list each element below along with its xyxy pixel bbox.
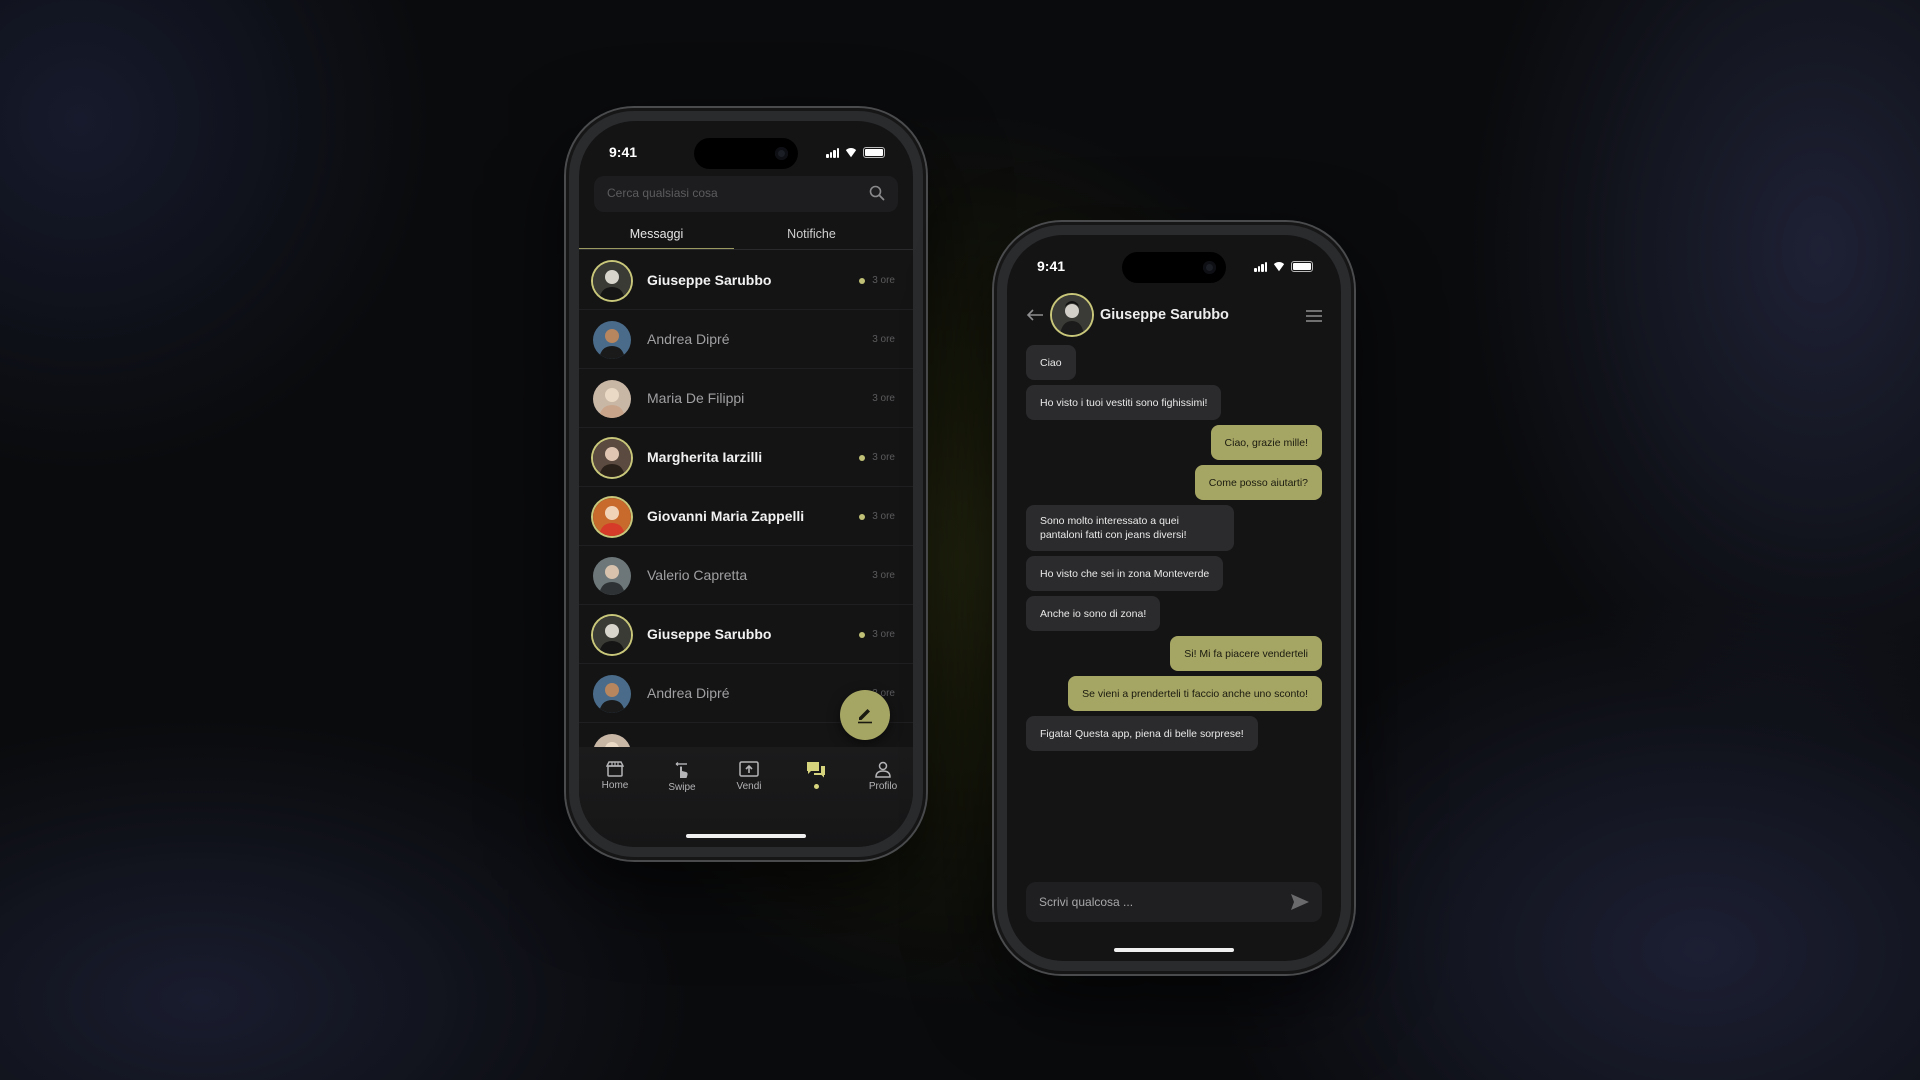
nav-swipe[interactable]: Swipe <box>652 761 712 793</box>
active-tab-dot <box>813 784 819 789</box>
conversation-row[interactable]: Margherita Iarzilli 3 ore <box>579 428 913 487</box>
conversation-row[interactable]: Maria De Filippi 3 ore <box>579 369 913 428</box>
upload-icon <box>739 761 759 777</box>
nav-profilo-label: Profilo <box>868 781 898 792</box>
nav-swipe-label: Swipe <box>668 782 696 793</box>
contact-avatar[interactable] <box>1052 295 1092 335</box>
incoming-message[interactable]: Ciao <box>1026 345 1076 380</box>
conversation-row[interactable]: Andrea Dipré 3 ore <box>579 310 913 369</box>
conversation-row[interactable]: Giuseppe Sarubbo 3 ore <box>579 251 913 310</box>
nav-vendi-label: Vendi <box>736 781 762 792</box>
store-icon <box>606 761 624 777</box>
incoming-message[interactable]: Ho visto che sei in zona Monteverde <box>1026 556 1224 591</box>
unread-dot <box>859 278 865 284</box>
message-placeholder: Scrivi qualcosa ... <box>1039 895 1134 909</box>
left-phone: 9:41 Cerca qualsiasi cosa Messaggi Notif… <box>566 108 926 860</box>
message-time: 3 ore <box>872 570 895 581</box>
nav-home-label: Home <box>601 780 629 791</box>
contact-name: Margherita Iarzilli <box>647 449 763 465</box>
outgoing-message[interactable]: Come posso aiutarti? <box>1194 465 1322 500</box>
unread-dot <box>859 455 865 461</box>
contact-name: Giuseppe Sarubbo <box>647 626 772 642</box>
incoming-message[interactable]: Sono molto interessato a quei pantaloni … <box>1026 505 1234 551</box>
message-time: 3 ore <box>872 393 895 404</box>
incoming-message[interactable]: Figata! Questa app, piena di belle sorpr… <box>1026 716 1258 751</box>
contact-name: Valerio Capretta <box>647 567 748 583</box>
pencil-icon <box>858 709 872 724</box>
status-bar: 9:41 <box>1007 257 1341 277</box>
status-time: 9:41 <box>1037 258 1066 274</box>
avatar <box>593 262 631 300</box>
contact-name: Andrea Dipré <box>647 685 730 701</box>
nav-vendi[interactable]: Vendi <box>719 761 779 792</box>
search-placeholder: Cerca qualsiasi cosa <box>607 186 718 200</box>
conversation-row[interactable]: Valerio Capretta 3 ore <box>579 546 913 605</box>
message-input[interactable]: Scrivi qualcosa ... <box>1026 882 1322 922</box>
nav-messages[interactable] <box>786 761 846 789</box>
battery-icon <box>1291 261 1313 272</box>
battery-icon <box>863 147 885 158</box>
message-time: 3 ore <box>872 511 895 522</box>
wifi-icon <box>1272 262 1286 272</box>
chat-bubbles-icon <box>807 762 825 778</box>
tab-notifiche[interactable]: Notifiche <box>734 227 889 241</box>
outgoing-message[interactable]: Si! Mi fa piacere venderteli <box>1170 636 1322 671</box>
right-phone: 9:41 Giuseppe Sarubbo Ciao Ho visto i tuo… <box>994 222 1354 974</box>
message-time: 3 ore <box>872 452 895 463</box>
status-bar: 9:41 <box>579 143 913 163</box>
message-thread: Ciao Ho visto i tuoi vestiti sono fighiss… <box>1007 345 1341 755</box>
bottom-navigation: Home Swipe Vendi Profilo <box>579 747 913 847</box>
contact-name: Andrea Dipré <box>647 331 730 347</box>
conversation-row[interactable]: Giuseppe Sarubbo 3 ore <box>579 605 913 664</box>
incoming-message[interactable]: Ho visto i tuoi vestiti sono fighissimi! <box>1026 385 1222 420</box>
avatar <box>593 380 631 418</box>
avatar <box>593 557 631 595</box>
avatar <box>593 439 631 477</box>
back-arrow-icon[interactable] <box>1025 307 1045 323</box>
nav-profilo[interactable]: Profilo <box>853 761 913 792</box>
status-time: 9:41 <box>609 144 638 160</box>
avatar <box>593 321 631 359</box>
unread-dot <box>859 632 865 638</box>
message-time: 3 ore <box>872 334 895 345</box>
menu-icon[interactable] <box>1305 309 1323 323</box>
signal-icon <box>826 147 839 158</box>
nav-home[interactable]: Home <box>585 761 645 791</box>
conversation-row[interactable]: Giovanni Maria Zappelli 3 ore <box>579 487 913 546</box>
send-icon[interactable] <box>1290 893 1310 911</box>
contact-name: Giuseppe Sarubbo <box>647 272 772 288</box>
search-icon[interactable] <box>868 184 886 202</box>
incoming-message[interactable]: Anche io sono di zona! <box>1026 596 1161 631</box>
signal-icon <box>1254 261 1267 272</box>
tab-messaggi[interactable]: Messaggi <box>579 227 734 249</box>
wifi-icon <box>844 148 858 158</box>
chat-screen: 9:41 Giuseppe Sarubbo Ciao Ho visto i tuo… <box>1007 235 1341 961</box>
outgoing-message[interactable]: Se vieni a prenderteli ti faccio anche u… <box>1068 676 1322 711</box>
user-icon <box>875 761 891 778</box>
chat-header: Giuseppe Sarubbo <box>1007 293 1341 343</box>
unread-dot <box>859 514 865 520</box>
avatar <box>593 616 631 654</box>
home-indicator <box>1114 948 1234 952</box>
compose-button[interactable] <box>840 690 890 740</box>
contact-name: Giovanni Maria Zappelli <box>647 508 805 524</box>
avatar <box>593 498 631 536</box>
messages-screen: 9:41 Cerca qualsiasi cosa Messaggi Notif… <box>579 121 913 847</box>
search-input[interactable]: Cerca qualsiasi cosa <box>594 176 898 212</box>
home-indicator <box>686 834 806 838</box>
swipe-hand-icon <box>675 762 688 778</box>
avatar <box>593 675 631 713</box>
tab-bar: Messaggi Notifiche <box>579 219 913 250</box>
outgoing-message[interactable]: Ciao, grazie mille! <box>1210 425 1322 460</box>
message-time: 3 ore <box>872 275 895 286</box>
message-time: 3 ore <box>872 629 895 640</box>
contact-name: Maria De Filippi <box>647 390 745 406</box>
contact-name: Giuseppe Sarubbo <box>1100 307 1229 323</box>
